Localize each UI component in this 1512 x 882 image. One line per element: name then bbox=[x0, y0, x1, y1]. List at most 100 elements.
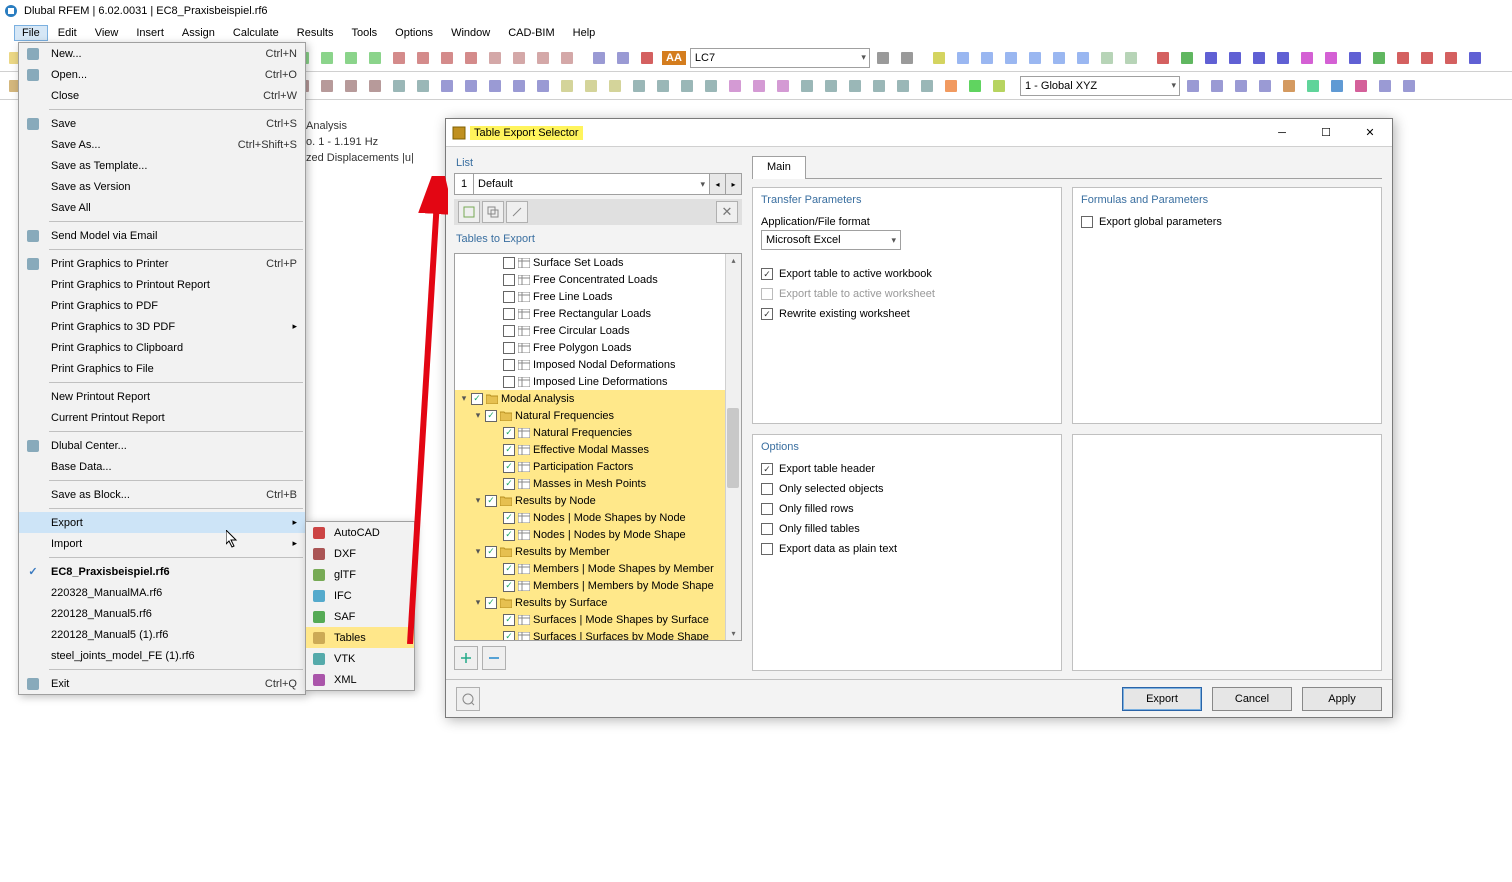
cb-export-header[interactable]: Export table header bbox=[761, 459, 1053, 479]
export-submenu-gltf[interactable]: glTF bbox=[306, 564, 414, 585]
file-menu-item-31[interactable]: 220328_ManualMA.rf6 bbox=[19, 582, 305, 603]
tree-checkbox[interactable] bbox=[503, 631, 515, 641]
file-menu-item-0[interactable]: New...Ctrl+N bbox=[19, 43, 305, 64]
toolbar1-btn3-1[interactable] bbox=[952, 47, 974, 69]
toolbar1-btn2-1[interactable] bbox=[612, 47, 634, 69]
coord-system-combo[interactable]: 1 - Global XYZ bbox=[1020, 76, 1180, 96]
toolbar2-btn2-2[interactable] bbox=[1230, 75, 1252, 97]
file-menu-item-22[interactable]: Dlubal Center... bbox=[19, 435, 305, 456]
toolbar2-btn-40[interactable] bbox=[964, 75, 986, 97]
toolbar1-btn4-6[interactable] bbox=[1296, 47, 1318, 69]
menubar-options[interactable]: Options bbox=[387, 25, 441, 41]
toolbar2-btn-13[interactable] bbox=[316, 75, 338, 97]
cb-only-filled-tables[interactable]: Only filled tables bbox=[761, 519, 1053, 539]
file-menu-item-10[interactable]: Send Model via Email bbox=[19, 225, 305, 246]
tree-checkbox[interactable] bbox=[503, 614, 515, 626]
cb-only-filled-rows[interactable]: Only filled rows bbox=[761, 499, 1053, 519]
list-new-button[interactable] bbox=[458, 201, 480, 223]
tree-checkbox[interactable] bbox=[503, 444, 515, 456]
tree-checkbox[interactable] bbox=[503, 376, 515, 388]
maximize-button[interactable]: ☐ bbox=[1304, 119, 1348, 146]
toolbar2-btn-17[interactable] bbox=[412, 75, 434, 97]
toolbar1-btn3-4[interactable] bbox=[1024, 47, 1046, 69]
toolbar2-btn-14[interactable] bbox=[340, 75, 362, 97]
toolbar1-btn-20[interactable] bbox=[484, 47, 506, 69]
toolbar1-btn-23[interactable] bbox=[556, 47, 578, 69]
tree-row-13[interactable]: Masses in Mesh Points bbox=[455, 475, 741, 492]
toolbar2-btn-26[interactable] bbox=[628, 75, 650, 97]
toolbar1-nav-1[interactable] bbox=[896, 47, 918, 69]
file-menu-item-2[interactable]: CloseCtrl+W bbox=[19, 85, 305, 106]
file-menu-item-23[interactable]: Base Data... bbox=[19, 456, 305, 477]
aa-badge[interactable]: AA bbox=[662, 51, 686, 65]
toolbar2-btn-36[interactable] bbox=[868, 75, 890, 97]
file-menu-item-8[interactable]: Save All bbox=[19, 197, 305, 218]
export-button[interactable]: Export bbox=[1122, 687, 1202, 711]
file-menu-item-12[interactable]: Print Graphics to PrinterCtrl+P bbox=[19, 253, 305, 274]
menubar-view[interactable]: View bbox=[87, 25, 127, 41]
toolbar2-btn2-1[interactable] bbox=[1206, 75, 1228, 97]
toolbar2-btn-21[interactable] bbox=[508, 75, 530, 97]
file-menu-item-28[interactable]: Import bbox=[19, 533, 305, 554]
toolbar2-btn-31[interactable] bbox=[748, 75, 770, 97]
file-menu-item-4[interactable]: SaveCtrl+S bbox=[19, 113, 305, 134]
list-prev-button[interactable]: ◂ bbox=[710, 173, 726, 195]
tree-scrollbar[interactable]: ▴ ▾ bbox=[725, 254, 741, 640]
list-next-button[interactable]: ▸ bbox=[726, 173, 742, 195]
tree-row-1[interactable]: Free Concentrated Loads bbox=[455, 271, 741, 288]
list-delete-button[interactable]: ✕ bbox=[716, 201, 738, 223]
tree-checkbox[interactable] bbox=[503, 478, 515, 490]
toolbar2-btn2-3[interactable] bbox=[1254, 75, 1276, 97]
tree-row-12[interactable]: Participation Factors bbox=[455, 458, 741, 475]
tree-row-3[interactable]: Free Rectangular Loads bbox=[455, 305, 741, 322]
app-format-combo[interactable]: Microsoft Excel bbox=[761, 230, 901, 250]
tree-checkbox[interactable] bbox=[503, 342, 515, 354]
toolbar1-btn4-9[interactable] bbox=[1368, 47, 1390, 69]
toolbar1-btn4-11[interactable] bbox=[1416, 47, 1438, 69]
file-menu-item-19[interactable]: New Printout Report bbox=[19, 386, 305, 407]
tree-row-7[interactable]: Imposed Line Deformations bbox=[455, 373, 741, 390]
tree-row-10[interactable]: Natural Frequencies bbox=[455, 424, 741, 441]
tree-row-22[interactable]: Surfaces | Surfaces by Mode Shape bbox=[455, 628, 741, 640]
export-submenu-ifc[interactable]: IFC bbox=[306, 585, 414, 606]
tree-checkbox[interactable] bbox=[485, 495, 497, 507]
toolbar2-btn2-7[interactable] bbox=[1350, 75, 1372, 97]
file-menu-item-15[interactable]: Print Graphics to 3D PDF bbox=[19, 316, 305, 337]
toolbar1-btn3-3[interactable] bbox=[1000, 47, 1022, 69]
tab-main[interactable]: Main bbox=[752, 156, 806, 179]
export-submenu-dxf[interactable]: DXF bbox=[306, 543, 414, 564]
cb-plain-text[interactable]: Export data as plain text bbox=[761, 539, 1053, 559]
toolbar1-btn4-12[interactable] bbox=[1440, 47, 1462, 69]
toolbar2-btn-28[interactable] bbox=[676, 75, 698, 97]
toolbar2-btn-20[interactable] bbox=[484, 75, 506, 97]
tree-row-5[interactable]: Free Polygon Loads bbox=[455, 339, 741, 356]
toolbar1-btn4-5[interactable] bbox=[1272, 47, 1294, 69]
file-menu-item-5[interactable]: Save As...Ctrl+Shift+S bbox=[19, 134, 305, 155]
menubar-file[interactable]: File bbox=[14, 25, 48, 41]
toolbar1-nav-0[interactable] bbox=[872, 47, 894, 69]
menubar-edit[interactable]: Edit bbox=[50, 25, 85, 41]
toolbar1-btn3-7[interactable] bbox=[1096, 47, 1118, 69]
tree-row-18[interactable]: Members | Mode Shapes by Member bbox=[455, 560, 741, 577]
export-submenu-vtk[interactable]: VTK bbox=[306, 648, 414, 669]
toolbar1-btn4-10[interactable] bbox=[1392, 47, 1414, 69]
load-case-combo[interactable]: LC7 bbox=[690, 48, 870, 68]
toolbar1-btn4-13[interactable] bbox=[1464, 47, 1486, 69]
menubar-assign[interactable]: Assign bbox=[174, 25, 223, 41]
toolbar2-btn-22[interactable] bbox=[532, 75, 554, 97]
file-menu-item-16[interactable]: Print Graphics to Clipboard bbox=[19, 337, 305, 358]
toolbar2-btn-16[interactable] bbox=[388, 75, 410, 97]
toolbar2-btn-18[interactable] bbox=[436, 75, 458, 97]
file-menu-item-17[interactable]: Print Graphics to File bbox=[19, 358, 305, 379]
help-button[interactable] bbox=[456, 687, 480, 711]
tree-row-19[interactable]: Members | Members by Mode Shape bbox=[455, 577, 741, 594]
file-menu-item-32[interactable]: 220128_Manual5.rf6 bbox=[19, 603, 305, 624]
tree-checkbox[interactable] bbox=[503, 359, 515, 371]
toolbar2-btn-35[interactable] bbox=[844, 75, 866, 97]
toolbar2-btn-27[interactable] bbox=[652, 75, 674, 97]
tree-expand-button[interactable] bbox=[454, 646, 478, 670]
tree-checkbox[interactable] bbox=[485, 546, 497, 558]
close-button[interactable]: ✕ bbox=[1348, 119, 1392, 146]
toolbar1-btn4-8[interactable] bbox=[1344, 47, 1366, 69]
tree-row-21[interactable]: Surfaces | Mode Shapes by Surface bbox=[455, 611, 741, 628]
